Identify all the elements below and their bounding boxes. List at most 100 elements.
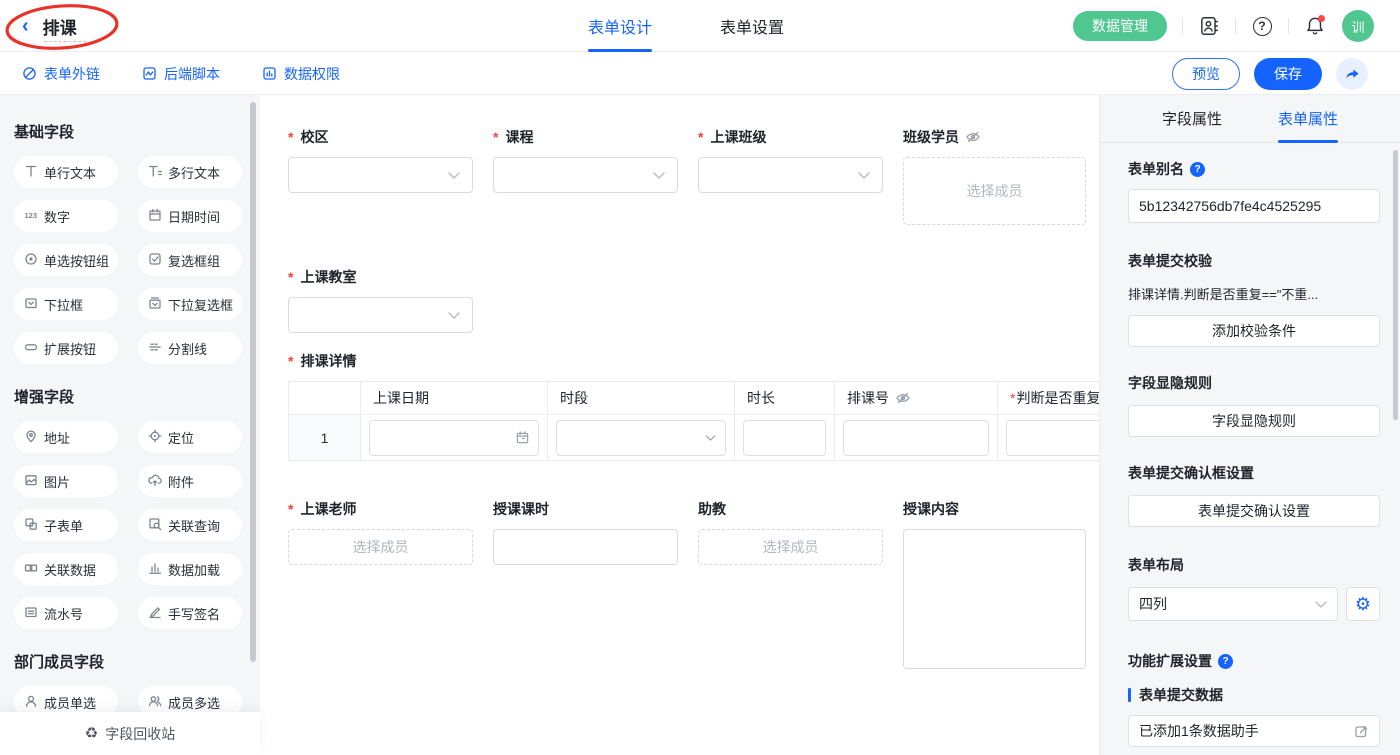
serial-icon: [24, 605, 38, 622]
preview-button[interactable]: 预览: [1172, 58, 1240, 90]
notification-dot: [1318, 15, 1325, 22]
field-visibility-button[interactable]: 字段显隐规则: [1128, 405, 1380, 437]
repeat-check-input[interactable]: [1006, 420, 1100, 456]
select-icon: [24, 296, 38, 313]
field-item-divider[interactable]: 分割线: [138, 332, 242, 364]
field-item-image[interactable]: 图片: [14, 465, 118, 497]
campus-select[interactable]: [288, 157, 473, 193]
schedule-no-input[interactable]: [843, 420, 989, 456]
member-single-icon: [24, 694, 38, 711]
form-designer-app: ‹ 排课 表单设计 表单设置 数据管理 ? 训: [0, 0, 1400, 755]
course-select[interactable]: [493, 157, 678, 193]
field-campus[interactable]: 校区: [288, 127, 473, 225]
sidebar-group-title: 部门成员字段: [14, 651, 260, 672]
field-label: 班级学员: [903, 127, 1086, 147]
edit-icon[interactable]: [1354, 724, 1369, 739]
linked-data-icon: [24, 561, 38, 578]
field-item-select[interactable]: 下拉框: [14, 288, 118, 320]
field-item-subform[interactable]: 子表单: [14, 509, 118, 541]
subform-icon: [24, 517, 38, 534]
share-button[interactable]: [1336, 58, 1368, 90]
schedule-column-header: 时段: [548, 382, 735, 415]
sidebar-scrollbar[interactable]: [250, 102, 256, 662]
tab-form-properties[interactable]: 表单属性: [1278, 95, 1338, 142]
field-item-datetime[interactable]: 日期时间: [138, 200, 242, 232]
field-class[interactable]: 上课班级: [698, 127, 883, 225]
duration-input[interactable]: [743, 420, 826, 456]
chevron-down-icon: [448, 312, 460, 319]
panel-scrollbar[interactable]: [1393, 150, 1398, 420]
field-item-attachment[interactable]: 附件: [138, 465, 242, 497]
submit-data-subheading: 表单提交数据: [1128, 685, 1380, 705]
help-icon[interactable]: ?: [1251, 15, 1273, 37]
tab-form-design[interactable]: 表单设计: [588, 0, 652, 52]
help-badge-icon[interactable]: ?: [1218, 654, 1233, 669]
radio-group-icon: [24, 252, 38, 269]
date-input[interactable]: [369, 420, 539, 456]
hours-input[interactable]: [493, 529, 678, 565]
field-classroom[interactable]: 上课教室: [288, 267, 473, 333]
students-member-picker[interactable]: 选择成员: [903, 157, 1086, 225]
field-item-number[interactable]: 123数字: [14, 200, 118, 232]
field-teacher[interactable]: 上课老师 选择成员: [288, 499, 473, 669]
field-item-extend-button[interactable]: 扩展按钮: [14, 332, 118, 364]
submit-confirm-button[interactable]: 表单提交确认设置: [1128, 495, 1380, 527]
field-label: 校区: [288, 127, 473, 147]
field-schedule-detail[interactable]: 排课详情 上课日期时段时长排课号判断是否重复 1: [288, 351, 1100, 461]
field-item-signature[interactable]: 手写签名: [138, 597, 242, 629]
assistant-member-picker[interactable]: 选择成员: [698, 529, 883, 565]
back-icon[interactable]: ‹: [22, 16, 29, 36]
field-item-address[interactable]: 地址: [14, 421, 118, 453]
form-alias-input[interactable]: 5b12342756db7fe4c4525295: [1128, 189, 1380, 223]
teacher-member-picker[interactable]: 选择成员: [288, 529, 473, 565]
field-item-single-text[interactable]: 单行文本: [14, 156, 118, 188]
external-link-button[interactable]: 表单外链: [22, 64, 100, 84]
field-students[interactable]: 班级学员 选择成员: [903, 127, 1086, 225]
table-row: 1: [289, 415, 1101, 461]
schedule-column-header: 上课日期: [361, 382, 548, 415]
notification-bell-icon[interactable]: [1304, 15, 1326, 37]
classroom-select[interactable]: [288, 297, 473, 333]
form-canvas[interactable]: 校区 课程 上课班级 班级学员: [260, 95, 1100, 755]
period-select[interactable]: [556, 420, 726, 456]
validation-rule-text[interactable]: 排课详情.判断是否重复=="不重...: [1128, 284, 1380, 303]
row-number: 1: [289, 415, 361, 461]
layout-settings-button[interactable]: ⚙: [1346, 587, 1380, 621]
field-assistant[interactable]: 助教 选择成员: [698, 499, 883, 669]
field-item-checkbox-group[interactable]: 复选框组: [138, 244, 242, 276]
data-permission-button[interactable]: 数据权限: [262, 64, 340, 84]
link-icon: [22, 66, 37, 81]
tab-field-properties[interactable]: 字段属性: [1162, 95, 1222, 142]
field-item-radio-group[interactable]: 单选按钮组: [14, 244, 118, 276]
properties-panel: 字段属性 表单属性 表单别名 ? 5b12342756db7fe4c452529…: [1100, 95, 1400, 755]
layout-select[interactable]: 四列: [1128, 587, 1338, 621]
field-item-locate[interactable]: 定位: [138, 421, 242, 453]
gear-icon: ⚙: [1355, 594, 1371, 615]
backend-script-button[interactable]: 后端脚本: [142, 64, 220, 84]
locate-icon: [148, 429, 162, 446]
field-item-lookup[interactable]: 关联查询: [138, 509, 242, 541]
share-arrow-icon: [1344, 65, 1361, 82]
data-manage-button[interactable]: 数据管理: [1073, 11, 1167, 41]
field-course[interactable]: 课程: [493, 127, 678, 225]
checkbox-group-icon: [148, 252, 162, 269]
address-book-icon[interactable]: [1198, 15, 1220, 37]
address-icon: [24, 429, 38, 446]
extension-settings-heading: 功能扩展设置 ?: [1128, 651, 1380, 671]
field-item-serial[interactable]: 流水号: [14, 597, 118, 629]
field-item-linked-data[interactable]: 关联数据: [14, 553, 118, 585]
avatar[interactable]: 训: [1342, 10, 1374, 42]
help-badge-icon[interactable]: ?: [1190, 162, 1205, 177]
tab-form-settings[interactable]: 表单设置: [720, 0, 784, 52]
add-validation-button[interactable]: 添加校验条件: [1128, 315, 1380, 347]
save-button[interactable]: 保存: [1254, 58, 1322, 90]
field-item-data-load[interactable]: 数据加载: [138, 553, 242, 585]
field-item-multi-text[interactable]: 多行文本: [138, 156, 242, 188]
content-textarea[interactable]: [903, 529, 1086, 669]
submit-data-value[interactable]: 已添加1条数据助手: [1128, 715, 1380, 747]
field-item-multiselect[interactable]: 下拉复选框: [138, 288, 242, 320]
field-hours[interactable]: 授课课时: [493, 499, 678, 669]
field-content[interactable]: 授课内容: [903, 499, 1086, 669]
class-select[interactable]: [698, 157, 883, 193]
field-recycle-bin-button[interactable]: ♻ 字段回收站: [0, 712, 260, 755]
